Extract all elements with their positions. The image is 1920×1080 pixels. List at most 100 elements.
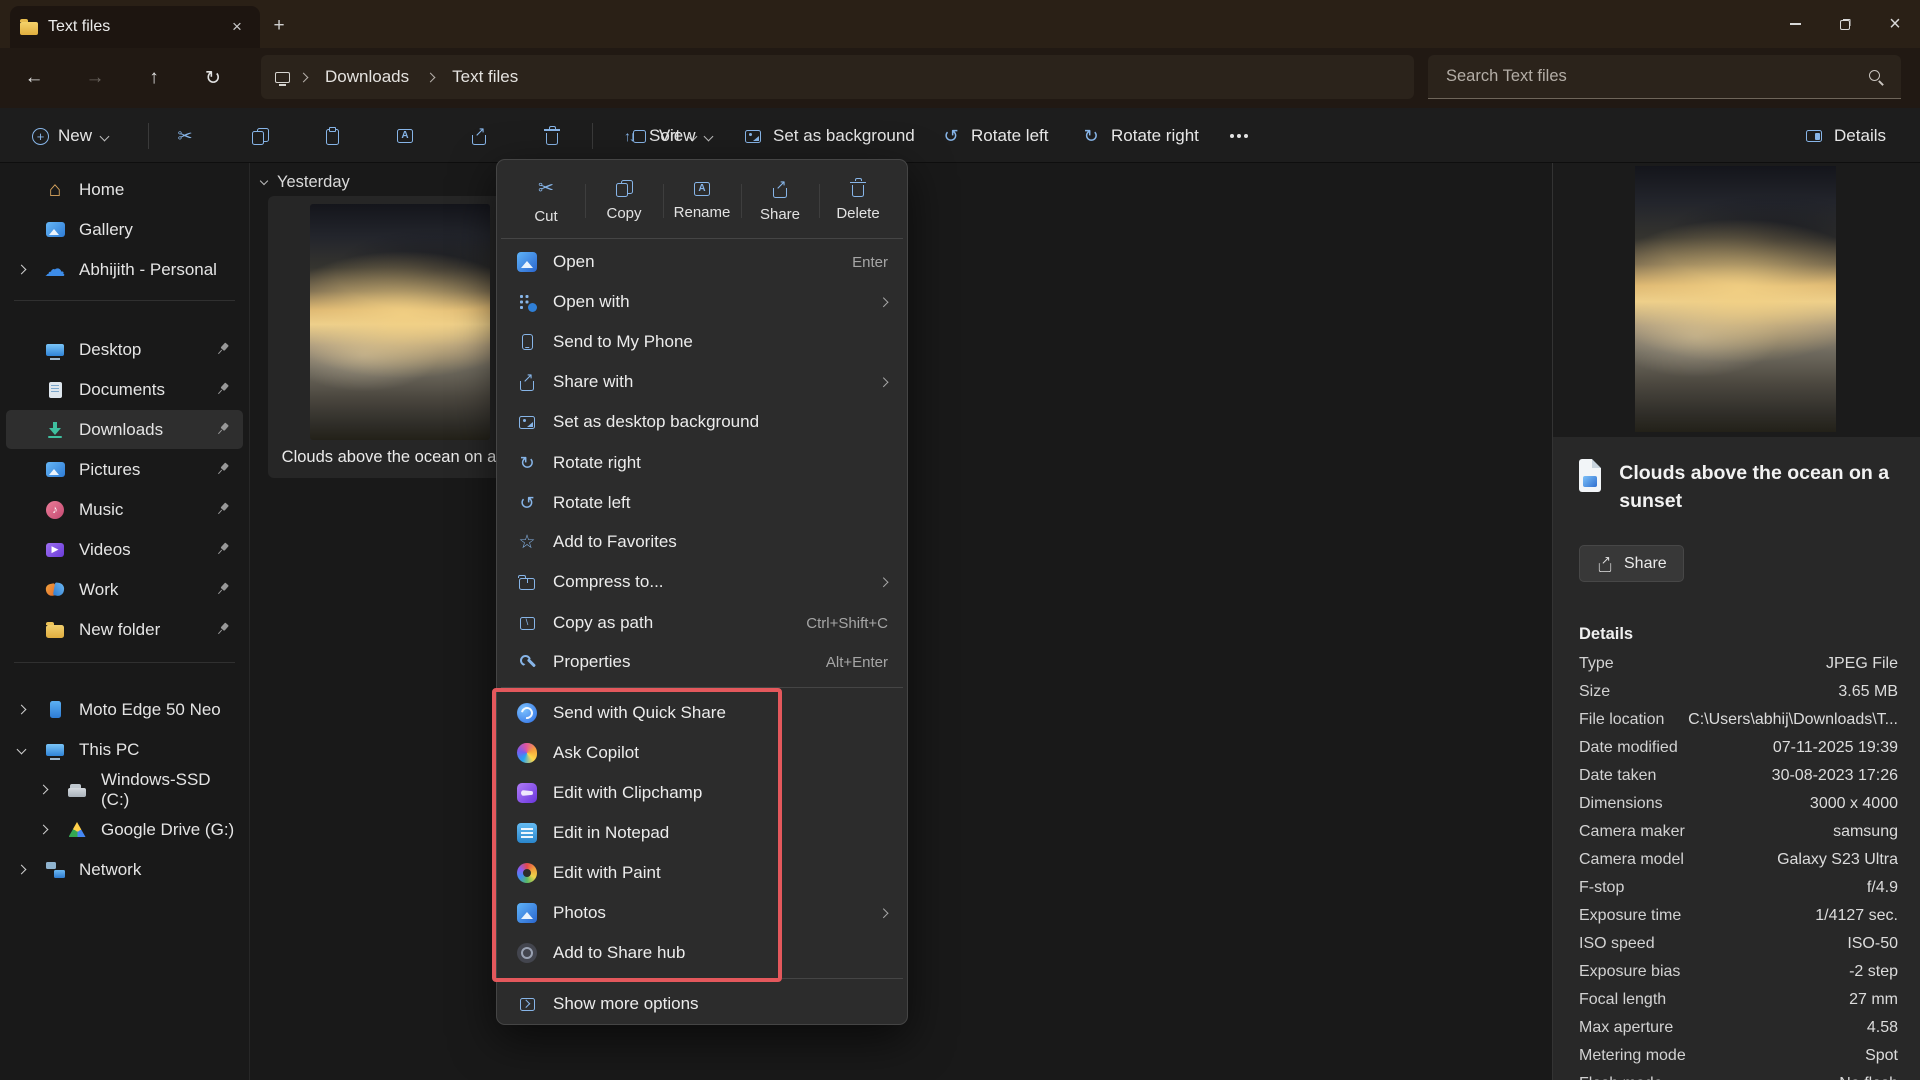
- chevron-right-icon[interactable]: [17, 705, 27, 715]
- new-tab-button[interactable]: +: [264, 11, 294, 41]
- menu-item-photos[interactable]: Photos: [503, 893, 901, 933]
- breadcrumb-downloads[interactable]: Downloads: [317, 63, 417, 91]
- menu-item-send-to-my-phone[interactable]: Send to My Phone: [503, 322, 901, 362]
- sidebar-item-downloads[interactable]: Downloads: [6, 410, 243, 449]
- breadcrumb[interactable]: Downloads Text files: [261, 55, 1414, 99]
- chevron-right-icon[interactable]: [17, 865, 27, 875]
- rename-menu-button[interactable]: A Rename: [663, 168, 741, 234]
- details-pane-button[interactable]: Details: [1793, 116, 1896, 156]
- menu-item-edit-in-notepad[interactable]: Edit in Notepad: [503, 813, 901, 853]
- sidebar-item-new-folder[interactable]: New folder: [6, 610, 243, 649]
- menu-item-show-more-options[interactable]: Show more options: [503, 984, 901, 1024]
- menu-item-compress-to[interactable]: Compress to...: [503, 562, 901, 602]
- cut-button[interactable]: ✂: [164, 116, 206, 156]
- star-icon: ☆: [516, 531, 538, 553]
- sidebar-item-work[interactable]: Work: [6, 570, 243, 609]
- sidebar-item-moto-edge[interactable]: Moto Edge 50 Neo: [6, 690, 243, 729]
- sidebar-item-label: Abhijith - Personal: [79, 260, 217, 280]
- sidebar-item-gallery[interactable]: Gallery: [6, 210, 243, 249]
- chevron-down-icon[interactable]: [17, 745, 27, 755]
- chevron-right-icon[interactable]: [39, 825, 49, 835]
- sidebar-item-pictures[interactable]: Pictures: [6, 450, 243, 489]
- rotate-right-button[interactable]: ↻ Rotate right: [1070, 116, 1209, 156]
- search-box[interactable]: [1428, 55, 1901, 99]
- sidebar-item-windows-ssd[interactable]: Windows-SSD (C:): [6, 770, 243, 809]
- menu-item-share-with[interactable]: Share with: [503, 362, 901, 402]
- menu-item-edit-with-clipchamp[interactable]: Edit with Clipchamp: [503, 773, 901, 813]
- navigation-bar: ← → ↑ ↻ Downloads Text files: [0, 48, 1920, 108]
- search-icon[interactable]: [1867, 68, 1885, 86]
- restore-icon: [1840, 19, 1851, 30]
- sidebar-item-music[interactable]: ♪ Music: [6, 490, 243, 529]
- maximize-button[interactable]: [1820, 0, 1870, 48]
- cut-menu-button[interactable]: ✂ Cut: [507, 168, 585, 234]
- copy-menu-button[interactable]: Copy: [585, 168, 663, 234]
- sidebar-item-this-pc[interactable]: This PC: [6, 730, 243, 769]
- sidebar-item-documents[interactable]: Documents: [6, 370, 243, 409]
- sidebar-item-google-drive[interactable]: Google Drive (G:): [6, 810, 243, 849]
- group-header-yesterday[interactable]: Yesterday: [261, 173, 350, 192]
- menu-separator: [501, 238, 903, 239]
- menu-item-properties[interactable]: Properties Alt+Enter: [503, 642, 901, 682]
- up-button[interactable]: ↑: [132, 58, 176, 98]
- menu-item-send-with-quick-share[interactable]: Send with Quick Share: [503, 693, 901, 733]
- sidebar-item-home[interactable]: ⌂ Home: [6, 170, 243, 209]
- wrench-icon: [516, 651, 538, 673]
- paste-button[interactable]: [311, 116, 353, 156]
- rename-button[interactable]: A: [384, 116, 426, 156]
- this-pc-icon: [44, 739, 66, 761]
- close-button[interactable]: ×: [1870, 0, 1920, 48]
- copy-path-icon: \: [516, 612, 538, 634]
- new-label: New: [58, 126, 92, 146]
- sidebar-item-label: Music: [79, 500, 123, 520]
- open-with-icon: [516, 291, 538, 313]
- cut-label: Cut: [534, 208, 557, 225]
- sidebar-divider: [14, 300, 235, 301]
- rotate-left-button[interactable]: ↺ Rotate left: [930, 116, 1059, 156]
- menu-item-add-to-share-hub[interactable]: Add to Share hub: [503, 933, 901, 973]
- sidebar-item-onedrive[interactable]: ☁ Abhijith - Personal: [6, 250, 243, 289]
- network-icon: [44, 859, 66, 881]
- menu-item-add-to-favorites[interactable]: ☆ Add to Favorites: [503, 522, 901, 562]
- quick-share-icon: [516, 702, 538, 724]
- menu-item-open[interactable]: Open Enter: [503, 242, 901, 282]
- chevron-right-icon[interactable]: [17, 265, 27, 275]
- share-button[interactable]: [458, 116, 500, 156]
- copilot-icon: [516, 742, 538, 764]
- sidebar-item-label: Moto Edge 50 Neo: [79, 700, 221, 720]
- back-button[interactable]: ←: [12, 58, 56, 98]
- details-share-button[interactable]: Share: [1579, 545, 1684, 582]
- file-thumbnail[interactable]: [310, 204, 490, 440]
- sidebar-item-videos[interactable]: ▶ Videos: [6, 530, 243, 569]
- set-as-background-button[interactable]: Set as background: [732, 116, 925, 156]
- menu-item-open-with[interactable]: Open with: [503, 282, 901, 322]
- menu-item-edit-with-paint[interactable]: Edit with Paint: [503, 853, 901, 893]
- new-button[interactable]: + New: [22, 116, 118, 156]
- delete-button[interactable]: [531, 116, 573, 156]
- minimize-button[interactable]: [1770, 0, 1820, 48]
- menu-item-copy-as-path[interactable]: \ Copy as path Ctrl+Shift+C: [503, 603, 901, 643]
- chevron-right-icon[interactable]: [39, 785, 49, 795]
- copy-button[interactable]: [239, 116, 281, 156]
- onedrive-icon: ☁: [44, 259, 66, 281]
- more-options-button[interactable]: [1218, 116, 1260, 156]
- sidebar-item-desktop[interactable]: Desktop: [6, 330, 243, 369]
- collapse-chevron-icon[interactable]: [260, 177, 268, 185]
- image-preview[interactable]: [1635, 166, 1836, 432]
- breadcrumb-text-files[interactable]: Text files: [444, 63, 526, 91]
- menu-item-set-as-desktop-background[interactable]: Set as desktop background: [503, 402, 901, 442]
- view-button[interactable]: View: [618, 116, 722, 156]
- detail-row-metering-mode: Metering modeSpot: [1579, 1042, 1898, 1070]
- search-input[interactable]: [1444, 66, 1867, 87]
- forward-button[interactable]: →: [73, 58, 117, 98]
- file-tile-selected[interactable]: Clouds above the ocean on a su: [268, 196, 532, 478]
- share-menu-button[interactable]: Share: [741, 168, 819, 234]
- delete-menu-button[interactable]: Delete: [819, 168, 897, 234]
- sidebar-item-network[interactable]: Network: [6, 850, 243, 889]
- menu-item-ask-copilot[interactable]: Ask Copilot: [503, 733, 901, 773]
- explorer-tab[interactable]: Text files ×: [10, 6, 260, 48]
- menu-item-rotate-left[interactable]: ↺ Rotate left: [503, 483, 901, 523]
- tab-close-icon[interactable]: ×: [224, 14, 250, 40]
- refresh-button[interactable]: ↻: [191, 58, 235, 98]
- menu-item-rotate-right[interactable]: ↻ Rotate right: [503, 443, 901, 483]
